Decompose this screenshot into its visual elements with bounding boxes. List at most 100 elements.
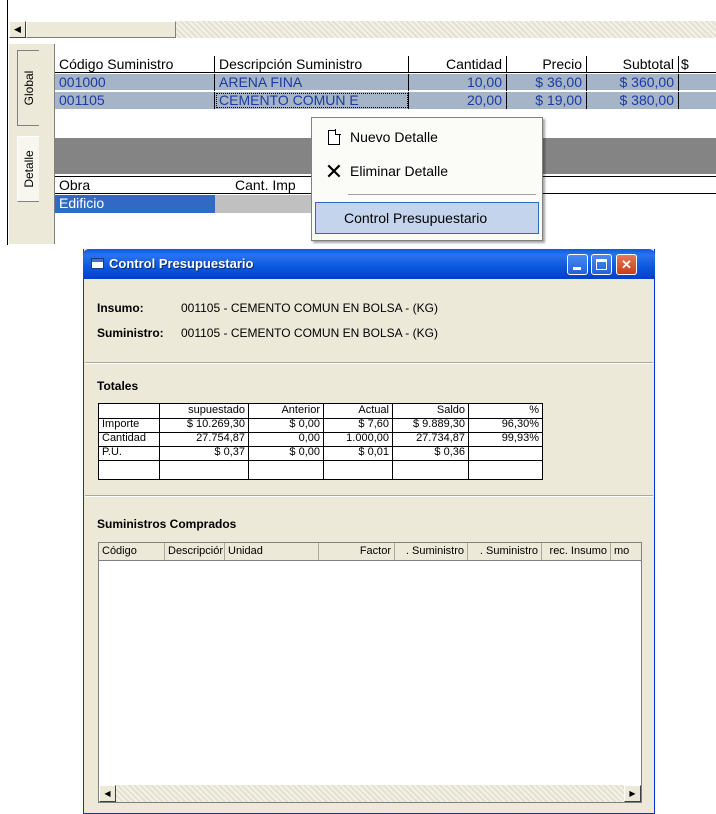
cell-value: $ 0,00 xyxy=(289,418,320,430)
col-header-codigo[interactable]: Código xyxy=(99,543,165,560)
cell-cantidad[interactable]: 20,00 xyxy=(409,92,507,109)
cell-value: $ 0,36 xyxy=(434,446,465,458)
menu-item-eliminar-detalle[interactable]: ✕ Eliminar Detalle xyxy=(314,156,540,188)
delete-x-icon: ✕ xyxy=(324,159,344,184)
col-header-precio[interactable]: Precio xyxy=(507,56,587,73)
cell-precio[interactable]: $ 19,00 xyxy=(507,92,587,109)
menu-item-label: Eliminar Detalle xyxy=(350,163,449,179)
scrollbar-thumb[interactable] xyxy=(26,21,176,38)
dialog-title: Control Presupuestario xyxy=(109,256,254,271)
scrollbar-track[interactable] xyxy=(116,785,624,802)
context-menu: Nuevo Detalle ✕ Eliminar Detalle Control… xyxy=(311,117,543,241)
tab-detalle-label: Detalle xyxy=(21,150,36,188)
cell-value: 0,00 xyxy=(298,432,320,444)
tab-global[interactable]: Global xyxy=(17,50,39,126)
col-header-blank xyxy=(99,404,159,418)
side-tab-strip: Global Detalle xyxy=(9,44,55,244)
col-header-factor[interactable]: Factor xyxy=(319,543,395,560)
col-header-descripcion[interactable]: Descripción Suministro xyxy=(215,56,409,73)
cell-descripcion[interactable]: CEMENTO COMUN E xyxy=(215,92,409,109)
tab-global-label: Global xyxy=(21,70,36,106)
cell-codigo[interactable]: 001000 xyxy=(55,74,215,91)
col-header-suministro-2[interactable]: . Suministro xyxy=(468,543,542,560)
window-edge xyxy=(7,0,8,245)
cell-subtotal[interactable]: $ 360,00 xyxy=(587,74,679,91)
table-row: Importe $ 10.269,30 $ 0,00 $ 7,60 $ 9.88… xyxy=(99,418,544,432)
col-header-actual: Actual xyxy=(358,404,389,416)
horizontal-scrollbar[interactable]: ◀ ▶ xyxy=(99,785,641,802)
col-header-cant-imp[interactable]: Cant. Imp xyxy=(231,177,300,193)
minimize-icon xyxy=(573,267,581,270)
suministros-grid: Código Suministro Descripción Suministro… xyxy=(55,56,716,122)
menu-item-nuevo-detalle[interactable]: Nuevo Detalle xyxy=(314,122,540,154)
cell-value: $ 0,37 xyxy=(214,446,245,458)
suministros-comprados-table[interactable]: Código Descripciór Unidad Factor . Sumin… xyxy=(98,542,642,803)
cell-value: $ 0,00 xyxy=(289,446,320,458)
col-header-percent: % xyxy=(529,404,539,416)
maximize-icon xyxy=(596,259,607,270)
col-header-mo[interactable]: mo xyxy=(611,543,641,560)
col-header-descripcion[interactable]: Descripciór xyxy=(165,543,225,560)
window-icon xyxy=(91,258,104,269)
control-presupuestario-dialog: Control Presupuestario ✕ Insumo: 001105 … xyxy=(83,249,655,814)
col-header-supuestado: supuestado xyxy=(188,404,245,416)
minimize-button[interactable] xyxy=(567,254,588,275)
divider xyxy=(85,362,653,364)
cell-codigo[interactable]: 001105 xyxy=(55,92,215,109)
scroll-right-arrow-icon[interactable]: ▶ xyxy=(624,785,641,802)
cell-value: 99,93% xyxy=(501,432,539,444)
table-row: P.U. $ 0,37 $ 0,00 $ 0,01 $ 0,36 xyxy=(99,446,544,460)
scroll-left-arrow-icon[interactable]: ◀ xyxy=(9,21,26,38)
totales-table: supuestado Anterior Actual Saldo % Impor… xyxy=(98,403,543,480)
cell-value: $ 0,01 xyxy=(358,446,389,458)
scroll-left-arrow-icon[interactable]: ◀ xyxy=(99,785,116,802)
col-header-rec-insumo[interactable]: rec. Insumo xyxy=(542,543,611,560)
cell-value xyxy=(468,446,542,460)
cell-cantidad[interactable]: 10,00 xyxy=(409,74,507,91)
col-header-unidad[interactable]: Unidad xyxy=(225,543,319,560)
divider xyxy=(85,495,653,497)
suministros-comprados-title: Suministros Comprados xyxy=(97,517,237,531)
col-header-codigo[interactable]: Código Suministro xyxy=(55,56,215,73)
menu-item-label: Nuevo Detalle xyxy=(350,129,438,145)
col-header-obra[interactable]: Obra xyxy=(55,177,94,193)
insumo-label: Insumo: xyxy=(97,301,144,315)
cell-obra[interactable]: Edificio xyxy=(55,195,215,213)
table-row[interactable]: 001105 CEMENTO COMUN E 20,00 $ 19,00 $ 3… xyxy=(55,92,716,109)
table-row: Cantidad 27.754,87 0,00 1.000,00 27.734,… xyxy=(99,432,544,446)
insumo-value: 001105 - CEMENTO COMUN EN BOLSA - (KG) xyxy=(181,301,438,315)
cell-descripcion[interactable]: ARENA FINA xyxy=(215,74,409,91)
row-label-pu: P.U. xyxy=(102,446,122,458)
row-label-importe: Importe xyxy=(102,418,140,430)
col-header-subtotal[interactable]: Subtotal xyxy=(587,56,679,73)
grid-header-row: Código Suministro Descripción Suministro… xyxy=(55,56,716,73)
suministro-value: 001105 - CEMENTO COMUN EN BOLSA - (KG) xyxy=(181,326,438,340)
maximize-button[interactable] xyxy=(591,254,612,275)
cell-value: $ 7,60 xyxy=(358,418,389,430)
totales-header-row: supuestado Anterior Actual Saldo % xyxy=(99,404,544,418)
col-header-cantidad[interactable]: Cantidad xyxy=(409,56,507,73)
col-header-extra[interactable]: $ xyxy=(679,56,716,73)
close-icon: ✕ xyxy=(621,257,632,272)
cell-value: 27.734,87 xyxy=(416,432,465,444)
menu-item-control-presupuestario[interactable]: Control Presupuestario xyxy=(315,202,539,234)
cell-value: 27.754,87 xyxy=(196,432,245,444)
close-button[interactable]: ✕ xyxy=(616,254,637,275)
dialog-titlebar[interactable]: Control Presupuestario ✕ xyxy=(83,249,655,279)
table-row[interactable]: 001000 ARENA FINA 10,00 $ 36,00 $ 360,00 xyxy=(55,74,716,91)
cell-value: 96,30% xyxy=(501,418,539,430)
cell-value: 1.000,00 xyxy=(346,432,389,444)
cell-precio[interactable]: $ 36,00 xyxy=(507,74,587,91)
col-header-anterior: Anterior xyxy=(281,404,320,416)
tab-detalle[interactable]: Detalle xyxy=(17,136,39,202)
menu-separator xyxy=(348,194,536,195)
totales-title: Totales xyxy=(97,379,139,393)
cell-value: $ 10.269,30 xyxy=(186,418,245,430)
horizontal-scrollbar[interactable]: ◀ xyxy=(9,20,716,38)
suministro-label: Suministro: xyxy=(97,326,164,340)
menu-item-label: Control Presupuestario xyxy=(344,210,488,226)
cell-subtotal[interactable]: $ 380,00 xyxy=(587,92,679,109)
cell-value: $ 9.889,30 xyxy=(413,418,465,430)
suministros-header-row: Código Descripciór Unidad Factor . Sumin… xyxy=(99,543,641,561)
col-header-suministro-1[interactable]: . Suministro xyxy=(395,543,468,560)
